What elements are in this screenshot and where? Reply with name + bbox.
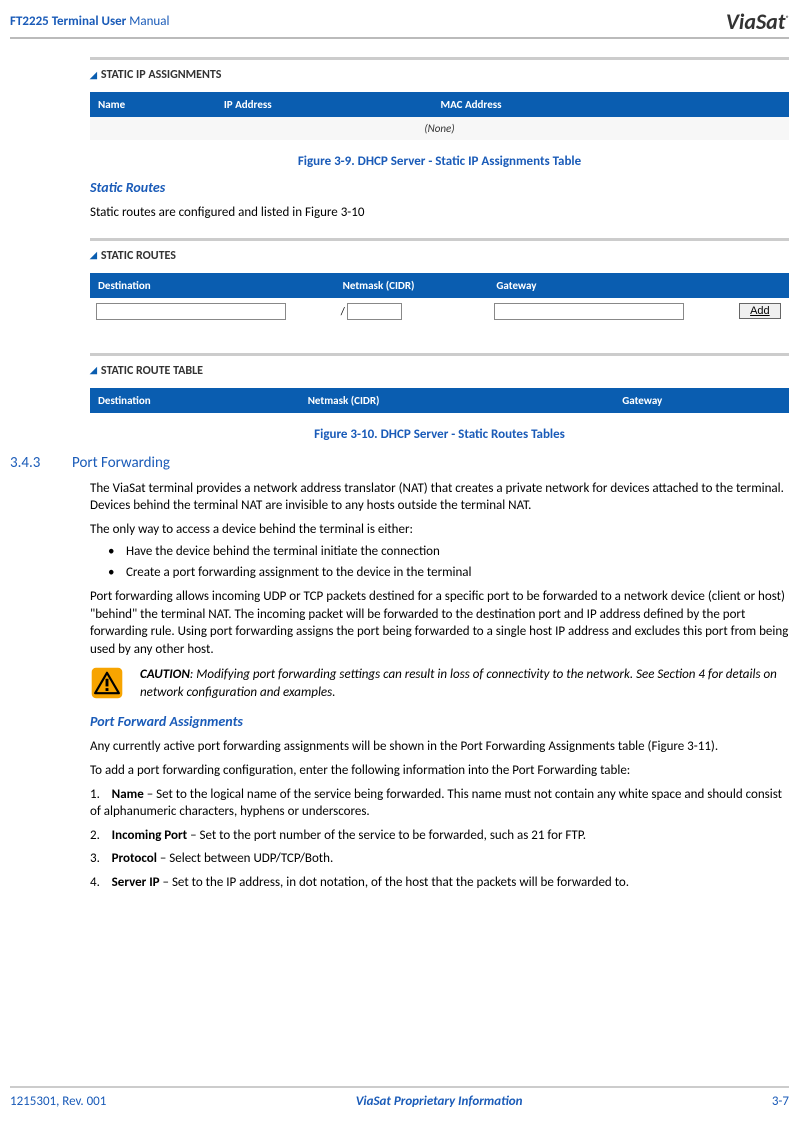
- pfa-heading: Port Forward Assignments: [90, 713, 789, 730]
- footer-right: 3-7: [772, 1094, 789, 1109]
- figure-caption-3-10: Figure 3-10. DHCP Server - Static Routes…: [90, 427, 789, 442]
- item-text: – Set to the logical name of the service…: [90, 787, 782, 820]
- pf-paragraph-1: The ViaSat terminal provides a network a…: [90, 480, 789, 515]
- col-destination: Destination: [90, 388, 300, 413]
- footer-rule: [10, 1086, 789, 1088]
- list-item: Have the device behind the terminal init…: [108, 544, 789, 559]
- col-action: [747, 92, 789, 117]
- col-gateway: Gateway: [488, 273, 733, 298]
- panel-rule: [90, 57, 789, 60]
- item-num: 1.: [90, 786, 100, 804]
- static-routes-intro-text: Static routes are configured and listed …: [90, 204, 789, 222]
- item-bold: Protocol: [112, 851, 157, 866]
- page-footer: 1215301, Rev. 001 ViaSat Proprietary Inf…: [0, 1086, 799, 1109]
- panel-rule: [90, 353, 789, 356]
- item-text: – Set to the port number of the service …: [187, 828, 586, 843]
- panel-rule: [90, 238, 789, 241]
- pf-bullet-list: Have the device behind the terminal init…: [108, 544, 789, 580]
- doc-title: FT2225 Terminal User Manual: [10, 14, 169, 29]
- caution-icon: [90, 666, 124, 700]
- viasat-logo: ViaSat®: [726, 8, 789, 35]
- col-action: [754, 388, 789, 413]
- page-header: FT2225 Terminal User Manual ViaSat®: [0, 0, 799, 35]
- col-netmask: Netmask (CIDR): [300, 388, 615, 413]
- col-destination: Destination: [90, 273, 335, 298]
- figure-caption-3-9: Figure 3-9. DHCP Server - Static IP Assi…: [90, 154, 789, 169]
- item-text: – Select between UDP/TCP/Both.: [157, 851, 333, 866]
- numbered-item-3: 3. Protocol – Select between UDP/TCP/Bot…: [90, 850, 789, 868]
- numbered-item-1: 1. Name – Set to the logical name of the…: [90, 786, 789, 821]
- logo-text: ViaSat: [726, 8, 786, 35]
- item-bold: Server IP: [112, 875, 160, 890]
- col-mac: MAC Address: [433, 92, 748, 117]
- netmask-input[interactable]: [347, 303, 402, 320]
- caution-text: CAUTION: Modifying port forwarding setti…: [140, 666, 789, 701]
- footer-left: 1215301, Rev. 001: [10, 1094, 106, 1109]
- col-name: Name: [90, 92, 216, 117]
- item-bold: Name: [112, 787, 144, 802]
- expand-arrow-icon: ◢: [90, 70, 97, 81]
- list-item: Create a port forwarding assignment to t…: [108, 565, 789, 580]
- destination-input[interactable]: [96, 303, 286, 320]
- slash-label: /: [341, 305, 345, 318]
- item-text: – Set to the IP address, in dot notation…: [160, 875, 629, 890]
- pfa-paragraph-1: Any currently active port forwarding ass…: [90, 738, 789, 756]
- static-route-table: Destination Netmask (CIDR) Gateway: [90, 388, 789, 413]
- numbered-item-2: 2. Incoming Port – Set to the port numbe…: [90, 827, 789, 845]
- col-gateway: Gateway: [614, 388, 754, 413]
- static-routes-heading: Static Routes: [90, 179, 789, 196]
- table-header-row: Name IP Address MAC Address: [90, 92, 789, 117]
- table-header-row: Destination Netmask (CIDR) Gateway: [90, 273, 789, 298]
- section-title: Port Forwarding: [72, 454, 170, 472]
- col-action: [733, 273, 789, 298]
- static-route-table-panel-header: ◢ STATIC ROUTE TABLE: [90, 364, 789, 378]
- expand-arrow-icon: ◢: [90, 250, 97, 261]
- footer-center: ViaSat Proprietary Information: [356, 1094, 523, 1109]
- caution-label: CAUTION: [140, 667, 190, 682]
- table-row-none: (None): [90, 117, 789, 140]
- caution-body: : Modifying port forwarding settings can…: [140, 667, 777, 700]
- section-heading-3-4-3: 3.4.3 Port Forwarding: [10, 454, 789, 472]
- static-ip-panel-header: ◢ STATIC IP ASSIGNMENTS: [90, 68, 789, 82]
- add-button[interactable]: Add: [739, 303, 781, 319]
- item-bold: Incoming Port: [112, 828, 187, 843]
- numbered-item-4: 4. Server IP – Set to the IP address, in…: [90, 874, 789, 892]
- static-routes-panel-header: ◢ STATIC ROUTES: [90, 249, 789, 263]
- item-num: 2.: [90, 827, 100, 845]
- section-number: 3.4.3: [10, 454, 58, 472]
- static-ip-panel-title: STATIC IP ASSIGNMENTS: [101, 68, 222, 82]
- logo-reg-icon: ®: [785, 14, 789, 23]
- pf-paragraph-3: Port forwarding allows incoming UDP or T…: [90, 588, 789, 658]
- pf-paragraph-2: The only way to access a device behind t…: [90, 521, 789, 539]
- table-header-row: Destination Netmask (CIDR) Gateway: [90, 388, 789, 413]
- doc-title-bold: FT2225 Terminal User: [10, 14, 126, 29]
- doc-title-normal: Manual: [126, 14, 169, 29]
- gateway-input[interactable]: [494, 303, 684, 320]
- expand-arrow-icon: ◢: [90, 365, 97, 376]
- static-ip-table: Name IP Address MAC Address (None): [90, 92, 789, 140]
- static-route-table-panel-title: STATIC ROUTE TABLE: [101, 364, 203, 378]
- static-routes-table: Destination Netmask (CIDR) Gateway / Add: [90, 273, 789, 325]
- caution-box: CAUTION: Modifying port forwarding setti…: [90, 666, 789, 701]
- col-ip: IP Address: [216, 92, 433, 117]
- item-num: 3.: [90, 850, 100, 868]
- pfa-paragraph-2: To add a port forwarding configuration, …: [90, 762, 789, 780]
- table-row: / Add: [90, 298, 789, 325]
- col-netmask: Netmask (CIDR): [335, 273, 489, 298]
- none-cell: (None): [90, 117, 789, 140]
- static-routes-panel-title: STATIC ROUTES: [101, 249, 176, 263]
- item-num: 4.: [90, 874, 100, 892]
